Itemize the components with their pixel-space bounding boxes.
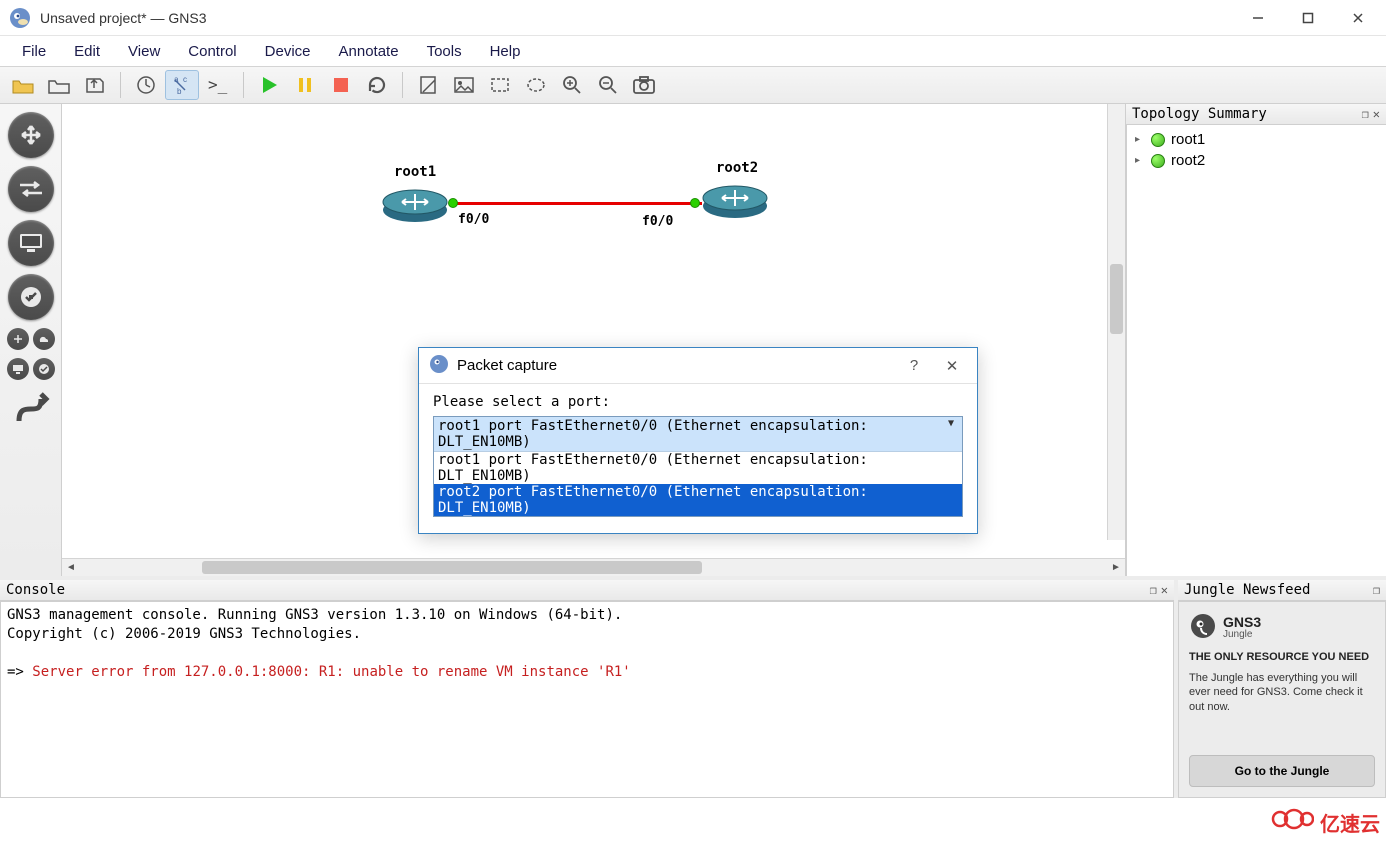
scroll-right-arrow[interactable]: ► — [1107, 559, 1125, 577]
newsfeed-description: The Jungle has everything you will ever … — [1189, 671, 1375, 714]
dropdown-caret-icon[interactable]: ▼ — [944, 418, 958, 450]
packet-capture-dialog: Packet capture ? ✕ Please select a port:… — [418, 347, 978, 534]
watermark: 亿速云 — [1270, 806, 1380, 838]
reload-icon[interactable] — [360, 70, 394, 100]
pause-icon[interactable] — [288, 70, 322, 100]
panel-undock-icon[interactable]: ❐ — [1362, 107, 1369, 121]
tree-item-root2[interactable]: ▸root2 — [1133, 150, 1380, 171]
svg-text:a: a — [174, 75, 179, 84]
svg-text:c: c — [183, 75, 187, 84]
show-labels-icon[interactable]: acb — [165, 70, 199, 100]
panel-undock-icon[interactable]: ❐ — [1373, 583, 1380, 597]
note-icon[interactable] — [411, 70, 445, 100]
menu-tools[interactable]: Tools — [415, 39, 474, 64]
save-icon[interactable] — [78, 70, 112, 100]
menu-help[interactable]: Help — [478, 39, 533, 64]
link-endpoint-dot — [690, 198, 700, 208]
app-icon — [8, 6, 32, 30]
ellipse-icon[interactable] — [519, 70, 553, 100]
menu-device[interactable]: Device — [253, 39, 323, 64]
device-toolbar — [0, 104, 62, 576]
dialog-prompt: Please select a port: — [433, 394, 963, 410]
panel-title: Console — [6, 582, 65, 598]
menu-control[interactable]: Control — [176, 39, 248, 64]
cloud-icon[interactable] — [33, 328, 55, 350]
panel-close-icon[interactable]: ✕ — [1373, 107, 1380, 121]
dialog-title-text: Packet capture — [457, 357, 557, 374]
panel-undock-icon[interactable]: ❐ — [1150, 583, 1157, 597]
zoom-in-icon[interactable] — [555, 70, 589, 100]
tree-item-root1[interactable]: ▸root1 — [1133, 129, 1380, 150]
toolbar: acb >_ — [0, 66, 1386, 104]
open-icon[interactable] — [42, 70, 76, 100]
dropdown-list: root1 port FastEthernet0/0 (Ethernet enc… — [434, 451, 962, 516]
watermark-icon — [1270, 806, 1314, 838]
open-folder-icon[interactable] — [6, 70, 40, 100]
svg-text:b: b — [177, 87, 182, 96]
routers-category-icon[interactable] — [8, 112, 54, 158]
port-label: f0/0 — [642, 214, 673, 229]
menu-edit[interactable]: Edit — [62, 39, 112, 64]
node-label: root2 — [716, 160, 758, 176]
svg-text:>_: >_ — [208, 75, 228, 94]
dialog-app-icon — [429, 354, 449, 378]
panel-title: Jungle Newsfeed — [1184, 582, 1310, 598]
dropdown-option[interactable]: root1 port FastEthernet0/0 (Ethernet enc… — [434, 452, 962, 484]
close-button[interactable] — [1346, 6, 1370, 30]
end-devices-category-icon[interactable] — [8, 220, 54, 266]
port-dropdown[interactable]: root1 port FastEthernet0/0 (Ethernet enc… — [433, 416, 963, 517]
security-category-icon[interactable] — [8, 274, 54, 320]
panel-title: Topology Summary — [1132, 106, 1267, 122]
console-output[interactable]: GNS3 management console. Running GNS3 ve… — [0, 601, 1174, 798]
newsfeed-body: GNS3Jungle THE ONLY RESOURCE YOU NEED Th… — [1178, 601, 1386, 798]
stop-icon[interactable] — [324, 70, 358, 100]
link-wire[interactable] — [452, 202, 702, 205]
rectangle-icon[interactable] — [483, 70, 517, 100]
newsfeed-header: Jungle Newsfeed ❐ — [1178, 580, 1386, 601]
status-dot-icon — [1151, 154, 1165, 168]
minimize-button[interactable] — [1246, 6, 1270, 30]
console-header: Console ❐ ✕ — [0, 580, 1174, 601]
snapshot-icon[interactable] — [129, 70, 163, 100]
all-devices-icon[interactable] — [7, 328, 29, 350]
image-icon[interactable] — [447, 70, 481, 100]
dialog-help-button[interactable]: ? — [899, 357, 929, 374]
scroll-left-arrow[interactable]: ◄ — [62, 559, 80, 577]
router-node-root2[interactable] — [700, 178, 770, 220]
panel-close-icon[interactable]: ✕ — [1161, 583, 1168, 597]
play-icon[interactable] — [252, 70, 286, 100]
port-label: f0/0 — [458, 212, 489, 227]
menu-view[interactable]: View — [116, 39, 172, 64]
dropdown-option[interactable]: root2 port FastEthernet0/0 (Ethernet enc… — [434, 484, 962, 516]
menu-file[interactable]: File — [10, 39, 58, 64]
titlebar: Unsaved project* — GNS3 — [0, 0, 1386, 36]
add-link-icon[interactable] — [8, 388, 54, 434]
topology-summary-header: Topology Summary ❐ ✕ — [1126, 104, 1386, 125]
host-icon[interactable] — [7, 358, 29, 380]
horizontal-scrollbar[interactable]: ◄ ► — [62, 558, 1125, 576]
status-dot-icon — [1151, 133, 1165, 147]
menubar: File Edit View Control Device Annotate T… — [0, 36, 1386, 66]
node-label: root1 — [394, 164, 436, 180]
go-to-jungle-button[interactable]: Go to the Jungle — [1189, 755, 1375, 787]
router-node-root1[interactable] — [380, 182, 450, 224]
maximize-button[interactable] — [1296, 6, 1320, 30]
console-icon[interactable]: >_ — [201, 70, 235, 100]
topology-tree: ▸root1 ▸root2 — [1126, 125, 1386, 576]
vpcs-icon[interactable] — [33, 358, 55, 380]
screenshot-icon[interactable] — [627, 70, 661, 100]
console-error-text: Server error from 127.0.0.1:8000: R1: un… — [32, 664, 630, 680]
window-title: Unsaved project* — GNS3 — [40, 10, 1246, 26]
vertical-scrollbar[interactable] — [1107, 104, 1125, 540]
dialog-close-button[interactable]: ✕ — [937, 357, 967, 375]
newsfeed-headline: THE ONLY RESOURCE YOU NEED — [1189, 651, 1375, 663]
zoom-out-icon[interactable] — [591, 70, 625, 100]
menu-annotate[interactable]: Annotate — [327, 39, 411, 64]
switches-category-icon[interactable] — [8, 166, 54, 212]
chameleon-icon — [1189, 612, 1217, 643]
gns3-jungle-logo: GNS3Jungle — [1189, 612, 1375, 643]
